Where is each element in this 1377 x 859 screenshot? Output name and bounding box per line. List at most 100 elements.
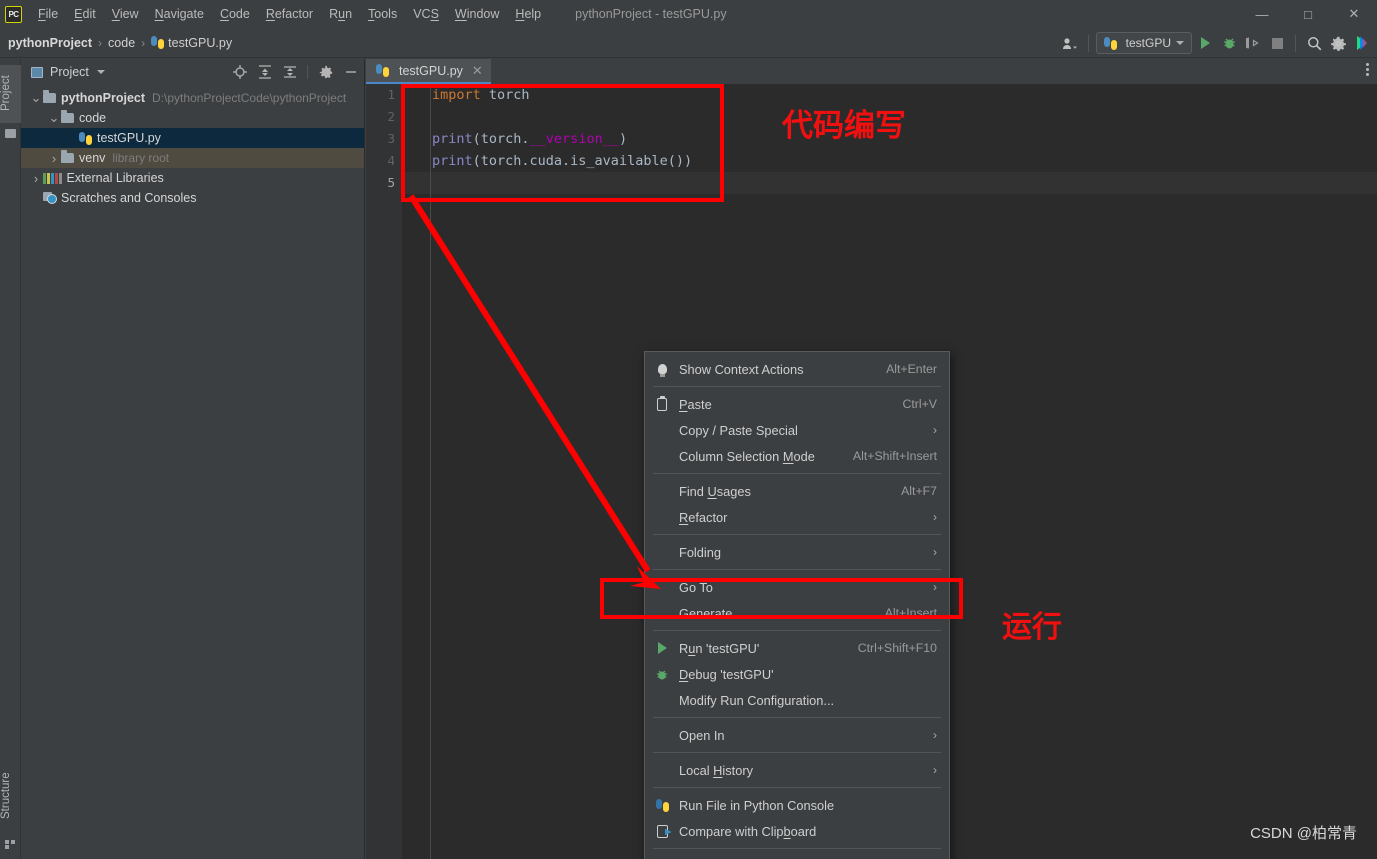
python-file-icon — [79, 131, 92, 145]
breadcrumb-folder[interactable]: code — [108, 36, 135, 50]
close-icon[interactable]: ✕ — [472, 63, 483, 79]
compare-clipboard-icon — [654, 823, 670, 839]
python-icon — [1103, 36, 1117, 50]
project-tree[interactable]: ⌄ pythonProject D:\pythonProjectCode\pytho… — [21, 85, 364, 208]
run-with-coverage-button[interactable] — [1242, 32, 1264, 54]
code-token: (torch.cuda.is_available()) — [472, 153, 693, 169]
annotation-label-code: 代码编写 — [782, 108, 906, 144]
stripe-button-project[interactable]: Project — [0, 65, 21, 123]
context-menu-item[interactable]: Local History › — [645, 757, 949, 783]
menu-separator — [653, 473, 941, 474]
window-controls[interactable]: — □ ✕ — [1239, 0, 1377, 28]
context-menu-item[interactable]: Debug 'testGPU' — [645, 661, 949, 687]
context-menu-item-label: Go To — [679, 579, 713, 595]
toolbar-divider — [307, 65, 308, 79]
gear-icon[interactable] — [318, 65, 333, 80]
chevron-right-icon[interactable]: › — [29, 171, 43, 186]
collapse-all-icon[interactable] — [282, 65, 297, 80]
menu-edit[interactable]: Edit — [66, 3, 104, 25]
breadcrumb-file[interactable]: testGPU.py — [168, 36, 232, 50]
scratches-icon — [43, 192, 57, 204]
no-icon — [654, 692, 670, 708]
close-button[interactable]: ✕ — [1331, 0, 1377, 28]
tree-row[interactable]: › External Libraries — [21, 168, 364, 188]
context-menu-item[interactable]: Open In › — [645, 722, 949, 748]
maximize-button[interactable]: □ — [1285, 0, 1331, 28]
menu-tools[interactable]: Tools — [360, 3, 405, 25]
tree-row[interactable]: Scratches and Consoles — [21, 188, 364, 208]
menu-vcs[interactable]: VCS — [405, 3, 447, 25]
context-menu-item[interactable]: Go To › — [645, 574, 949, 600]
gear-icon[interactable] — [1327, 32, 1349, 54]
more-options-icon[interactable] — [1366, 63, 1369, 76]
breadcrumb-separator: › — [141, 35, 146, 50]
context-menu-item[interactable]: Column Selection Mode Alt+Shift+Insert — [645, 443, 949, 469]
stop-button[interactable] — [1266, 32, 1288, 54]
menu-view[interactable]: View — [104, 3, 147, 25]
tree-row[interactable]: ⌄ code — [21, 108, 364, 128]
run-configuration-selector[interactable]: testGPU — [1095, 32, 1192, 54]
context-menu-item[interactable]: Folding › — [645, 539, 949, 565]
context-menu-item-label: Modify Run Configuration... — [679, 692, 835, 708]
expand-all-icon[interactable] — [257, 65, 272, 80]
tree-row[interactable]: ⌄ pythonProject D:\pythonProjectCode\pytho… — [21, 88, 364, 108]
context-menu-item[interactable]: Find Usages Alt+F7 — [645, 478, 949, 504]
context-menu-item[interactable]: Paste Ctrl+V — [645, 391, 949, 417]
project-panel-toolbar[interactable] — [232, 59, 358, 85]
minimize-button[interactable]: — — [1239, 0, 1285, 28]
context-menu-item-label: Run 'testGPU' — [679, 640, 760, 656]
context-menu-item[interactable]: Refactor › — [645, 504, 949, 530]
tree-row[interactable]: testGPU.py — [21, 128, 364, 148]
chevron-down-icon[interactable]: ⌄ — [47, 111, 61, 124]
code-token: __version__ — [529, 131, 619, 147]
code-token: print — [432, 153, 473, 169]
chevron-down-icon — [1176, 41, 1184, 45]
context-menu-item-label: Open In — [679, 727, 725, 743]
project-panel-title: Project — [50, 65, 89, 79]
user-icon[interactable] — [1059, 32, 1081, 54]
editor-tab-testgpu[interactable]: testGPU.py ✕ — [366, 59, 491, 84]
context-menu-item[interactable]: Show Context Actions Alt+Enter — [645, 356, 949, 382]
context-menu-item[interactable]: Run 'testGPU' Ctrl+Shift+F10 — [645, 635, 949, 661]
window-title: pythonProject - testGPU.py — [575, 7, 727, 21]
context-menu-item[interactable]: Create Gist... — [645, 853, 949, 859]
menu-file[interactable]: File — [30, 3, 66, 25]
chevron-down-icon[interactable]: ⌄ — [29, 91, 43, 104]
menu-bar[interactable]: File Edit View Navigate Code Refactor Run Tools… — [30, 3, 549, 25]
menu-code[interactable]: Code — [212, 3, 258, 25]
context-menu-item-label: Folding — [679, 544, 721, 560]
no-icon — [654, 579, 670, 595]
editor-context-menu[interactable]: Show Context Actions Alt+Enter Paste Ctrl+V… — [644, 351, 950, 859]
search-icon[interactable] — [1303, 32, 1325, 54]
debug-button[interactable] — [1218, 32, 1240, 54]
context-menu-item-label: Show Context Actions — [679, 361, 804, 377]
chevron-right-icon: › — [933, 763, 937, 777]
navigation-bar: pythonProject › code › testGPU.py testGP… — [0, 28, 1377, 58]
menu-run[interactable]: Run — [321, 3, 360, 25]
locate-icon[interactable] — [232, 65, 247, 80]
context-menu-item[interactable]: Copy / Paste Special › — [645, 417, 949, 443]
menu-window[interactable]: Window — [447, 3, 507, 25]
debug-icon — [654, 666, 670, 682]
run-button[interactable] — [1194, 32, 1216, 54]
menu-separator — [653, 534, 941, 535]
menu-navigate[interactable]: Navigate — [147, 3, 212, 25]
breadcrumb-project[interactable]: pythonProject — [8, 36, 92, 50]
menu-separator — [653, 630, 941, 631]
main-toolbar[interactable]: testGPU — [1059, 28, 1373, 58]
menu-help[interactable]: Help — [507, 3, 549, 25]
tree-row-secondary: library root — [112, 151, 170, 165]
context-menu-item[interactable]: Run File in Python Console — [645, 792, 949, 818]
stripe-button-structure[interactable]: Structure — [0, 763, 21, 829]
context-menu-item[interactable]: Modify Run Configuration... — [645, 687, 949, 713]
ide-assistant-icon[interactable] — [1351, 32, 1373, 54]
context-menu-item[interactable]: Compare with Clipboard — [645, 818, 949, 844]
tree-row[interactable]: › venv library root — [21, 148, 364, 168]
run-config-label: testGPU — [1125, 36, 1171, 50]
chevron-down-icon[interactable] — [96, 70, 105, 74]
context-menu-item[interactable]: Generate... Alt+Insert — [645, 600, 949, 626]
chevron-right-icon[interactable]: › — [47, 151, 61, 166]
menu-refactor[interactable]: Refactor — [258, 3, 321, 25]
code-token: (torch. — [472, 131, 530, 147]
hide-panel-icon[interactable] — [343, 65, 358, 80]
